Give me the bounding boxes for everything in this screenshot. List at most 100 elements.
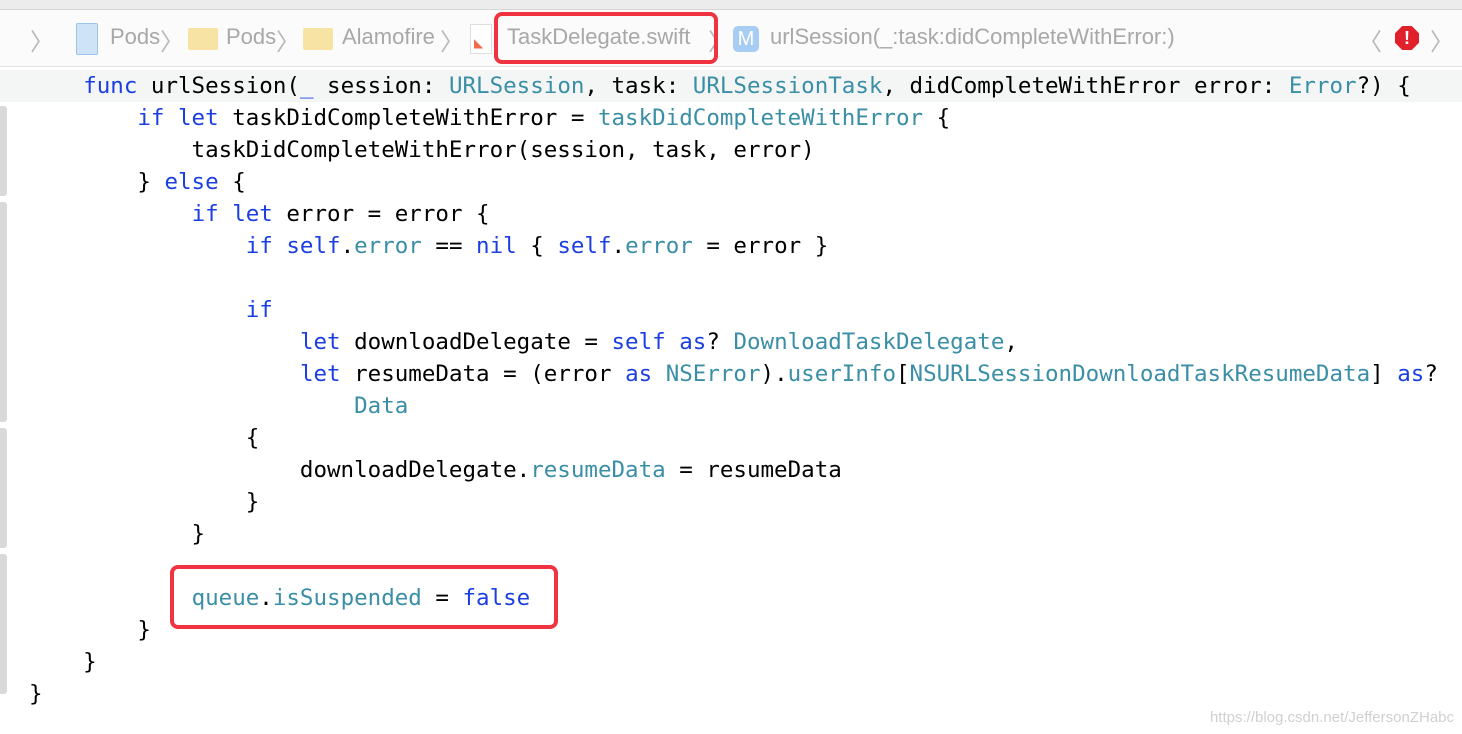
code-line: func urlSession(_ session: URLSession, t… [0,70,1462,102]
keyword-token: _ [299,73,314,99]
chevron-right-icon[interactable]: 〉 [30,22,54,57]
keyword-token: self [611,329,666,355]
keyword-token: let [299,361,341,387]
code-token: = error } [692,233,829,259]
next-issue-icon[interactable]: 〉 [1430,22,1454,57]
breadcrumb-pods-group[interactable]: Pods [226,24,276,50]
code-token: ] [1370,361,1398,387]
code-line: if let taskDidCompleteWithError = taskDi… [0,102,1462,134]
breadcrumb-pods-project[interactable]: Pods [110,24,160,50]
code-token: , [1004,329,1018,355]
keyword-token: as [625,361,653,387]
code-token: session: [313,73,449,99]
code-token: resumeData = (error [340,361,626,387]
code-token: downloadDelegate. [29,457,531,483]
code-line: if self.error == nil { self.error = erro… [0,230,1462,262]
code-token: } [29,617,151,643]
identifier-token: Error [1288,73,1357,99]
identifier-token: DownloadTaskDelegate [733,329,1005,355]
code-token: } [29,521,206,547]
code-token: } [29,489,260,515]
code-line: } [0,646,1462,678]
keyword-token: nil [476,233,517,259]
method-icon: M [733,26,759,52]
chevron-right-icon: 〉 [276,29,300,56]
keyword-token: as [1397,361,1425,387]
code-line: let downloadDelegate = self as? Download… [0,326,1462,358]
keyword-token: self [557,233,612,259]
code-token: . [611,233,626,259]
folder-icon [188,28,218,50]
code-token: downloadDelegate = [340,329,612,355]
code-token: } [29,649,97,675]
keyword-token: as [679,329,707,355]
code-token: , didCompleteWithError error: [882,73,1289,99]
code-token: { [29,425,260,451]
identifier-token: userInfo [787,361,896,387]
breadcrumb-method[interactable]: urlSession(_:task:didCompleteWithError:) [770,24,1175,50]
code-token: taskDidCompleteWithError(session, task, … [29,137,815,163]
code-token: urlSession( [137,73,300,99]
code-token: . [340,233,355,259]
keyword-token: if [191,201,219,227]
identifier-token: error [354,233,422,259]
keyword-token: let [232,201,273,227]
chevron-right-icon: 〉 [440,29,464,56]
code-token: ?) { [1356,73,1411,99]
top-strip [0,0,1462,10]
code-token: { [218,169,246,195]
highlight-box-queue-line [170,565,558,629]
code-token: } [29,681,43,707]
code-token: , task: [584,73,693,99]
identifier-token: URLSessionTask [692,73,883,99]
breadcrumb-alamofire[interactable]: Alamofire [342,24,435,50]
error-icon[interactable]: ! [1395,26,1419,50]
keyword-token: if [245,297,273,323]
keyword-token: self [286,233,341,259]
code-token: ? [1424,361,1438,387]
project-icon [76,23,98,55]
identifier-token: taskDidCompleteWithError [597,105,924,131]
identifier-token: Data [354,393,409,419]
code-token: } [29,169,165,195]
code-line: if let error = error { [0,198,1462,230]
code-token: { [923,105,951,131]
identifier-token: NSError [665,361,761,387]
code-token: [ [896,361,910,387]
code-line: Data [0,390,1462,422]
keyword-token: if [137,105,165,131]
chevron-right-icon: 〉 [160,29,184,56]
highlight-box-filename [494,12,718,64]
code-line: if [0,294,1462,326]
code-line: } [0,486,1462,518]
identifier-token: URLSession [448,73,585,99]
code-line: { [0,422,1462,454]
code-token: == [421,233,477,259]
keyword-token: else [164,169,219,195]
code-line: downloadDelegate.resumeData = resumeData [0,454,1462,486]
code-line: } [0,518,1462,550]
code-line: } [0,678,1462,710]
jump-bar: 〉 Pods 〉 Pods 〉 Alamofire 〉 ◣ TaskDelega… [0,10,1462,67]
keyword-token: func [83,73,138,99]
identifier-token: resumeData [530,457,666,483]
code-token: { [516,233,558,259]
previous-issue-icon[interactable]: 〈 [1358,22,1382,57]
code-token: = resumeData [665,457,842,483]
watermark: https://blog.csdn.net/JeffersonZHabc [1209,709,1454,726]
code-token: taskDidCompleteWithError = [218,105,598,131]
code-token: error = error { [272,201,490,227]
code-line: let resumeData = (error as NSError).user… [0,358,1462,390]
